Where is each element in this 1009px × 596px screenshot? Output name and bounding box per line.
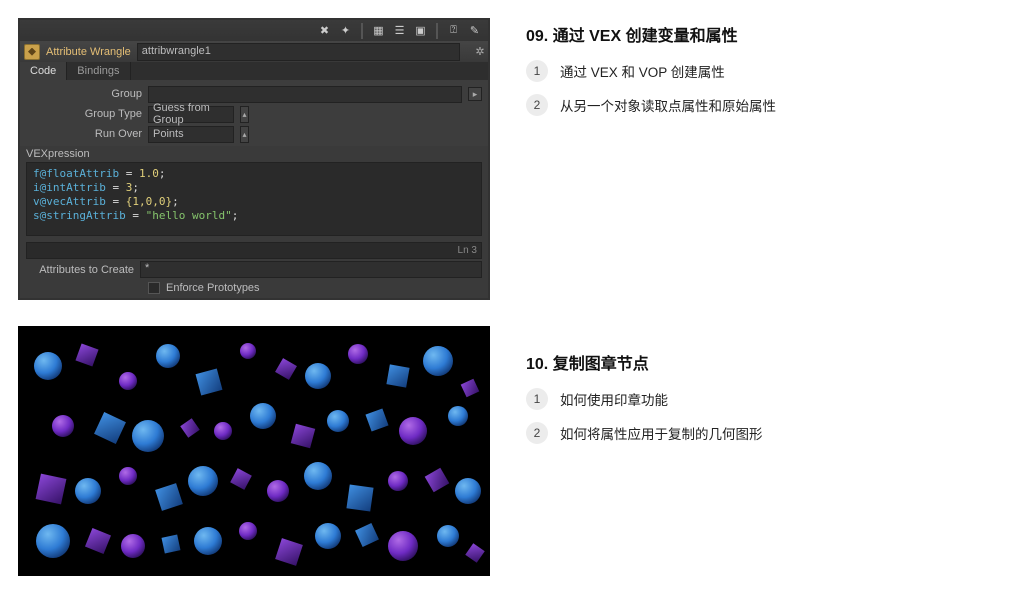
wrench-icon[interactable]: ✖: [317, 23, 332, 38]
render-thumbnail: [18, 326, 490, 576]
step-text: 通过 VEX 和 VOP 创建属性: [560, 61, 725, 81]
param-tabs: Code Bindings: [20, 62, 488, 81]
lesson-title: 10. 复制图章节点: [526, 350, 1009, 374]
run-over-label: Run Over: [26, 128, 142, 140]
lesson-block: 09. 通过 VEX 创建变量和属性 1 通过 VEX 和 VOP 创建属性 2…: [526, 22, 1009, 116]
tab-code[interactable]: Code: [20, 62, 67, 80]
step-badge: 2: [526, 94, 548, 116]
vex-code-editor[interactable]: f@floatAttrib = 1.0; i@intAttrib = 3; v@…: [26, 162, 482, 235]
node-type-label: Attribute Wrangle: [46, 46, 131, 58]
list-icon[interactable]: ☰: [392, 23, 407, 38]
node-name-field[interactable]: attribwrangle1: [137, 43, 460, 61]
run-over-value: Points: [153, 128, 184, 140]
step-text: 如何将属性应用于复制的几何图形: [560, 423, 763, 443]
status-bar: Ln 3: [26, 242, 482, 259]
houdini-panel: ✖ ✦ ▦ ☰ ▣ ⍰ ✎ Attribute Wrangle attribwr…: [18, 18, 490, 300]
node-header: Attribute Wrangle attribwrangle1 ✲: [20, 41, 488, 61]
grid-icon[interactable]: ▦: [371, 23, 386, 38]
group-field[interactable]: [148, 86, 462, 103]
lesson-item[interactable]: 1 通过 VEX 和 VOP 创建属性: [526, 60, 1009, 82]
group-type-select[interactable]: Guess from Group: [148, 106, 234, 123]
pin-icon[interactable]: ✎: [467, 23, 482, 38]
box-icon[interactable]: ▣: [413, 23, 428, 38]
attrs-create-field[interactable]: *: [140, 261, 482, 278]
lightbulb-icon[interactable]: ✦: [338, 23, 353, 38]
tab-bindings[interactable]: Bindings: [67, 62, 130, 80]
help-icon[interactable]: ⍰: [446, 23, 461, 38]
lesson-item[interactable]: 2 如何将属性应用于复制的几何图形: [526, 422, 1009, 444]
updown-icon[interactable]: ▴: [240, 106, 249, 123]
panel-toolbar: ✖ ✦ ▦ ☰ ▣ ⍰ ✎: [20, 20, 488, 41]
attribute-wrangle-icon: [24, 44, 40, 60]
step-text: 从另一个对象读取点属性和原始属性: [560, 95, 776, 115]
cursor-line: Ln 3: [458, 245, 477, 256]
step-text: 如何使用印章功能: [560, 389, 668, 409]
updown-icon[interactable]: ▴: [240, 126, 249, 143]
lesson-list: 09. 通过 VEX 创建变量和属性 1 通过 VEX 和 VOP 创建属性 2…: [526, 18, 1009, 596]
step-badge: 1: [526, 388, 548, 410]
attrs-create-label: Attributes to Create: [26, 264, 134, 276]
group-label: Group: [26, 88, 142, 100]
toolbar-separator: [361, 23, 363, 39]
enforce-label: Enforce Prototypes: [166, 282, 260, 294]
param-block: Group ▸ Group Type Guess from Group ▴ Ru…: [20, 80, 488, 146]
vexpression-label: VEXpression: [20, 146, 488, 160]
group-type-value: Guess from Group: [153, 102, 229, 126]
group-menu-icon[interactable]: ▸: [468, 87, 482, 101]
gear-icon[interactable]: ✲: [472, 44, 488, 60]
lesson-item[interactable]: 2 从另一个对象读取点属性和原始属性: [526, 94, 1009, 116]
enforce-checkbox[interactable]: [148, 282, 160, 294]
group-type-label: Group Type: [26, 108, 142, 120]
lesson-block: 10. 复制图章节点 1 如何使用印章功能 2 如何将属性应用于复制的几何图形: [526, 350, 1009, 444]
run-over-select[interactable]: Points: [148, 126, 234, 143]
step-badge: 2: [526, 422, 548, 444]
step-badge: 1: [526, 60, 548, 82]
toolbar-separator: [436, 23, 438, 39]
lesson-title: 09. 通过 VEX 创建变量和属性: [526, 22, 1009, 46]
lesson-item[interactable]: 1 如何使用印章功能: [526, 388, 1009, 410]
